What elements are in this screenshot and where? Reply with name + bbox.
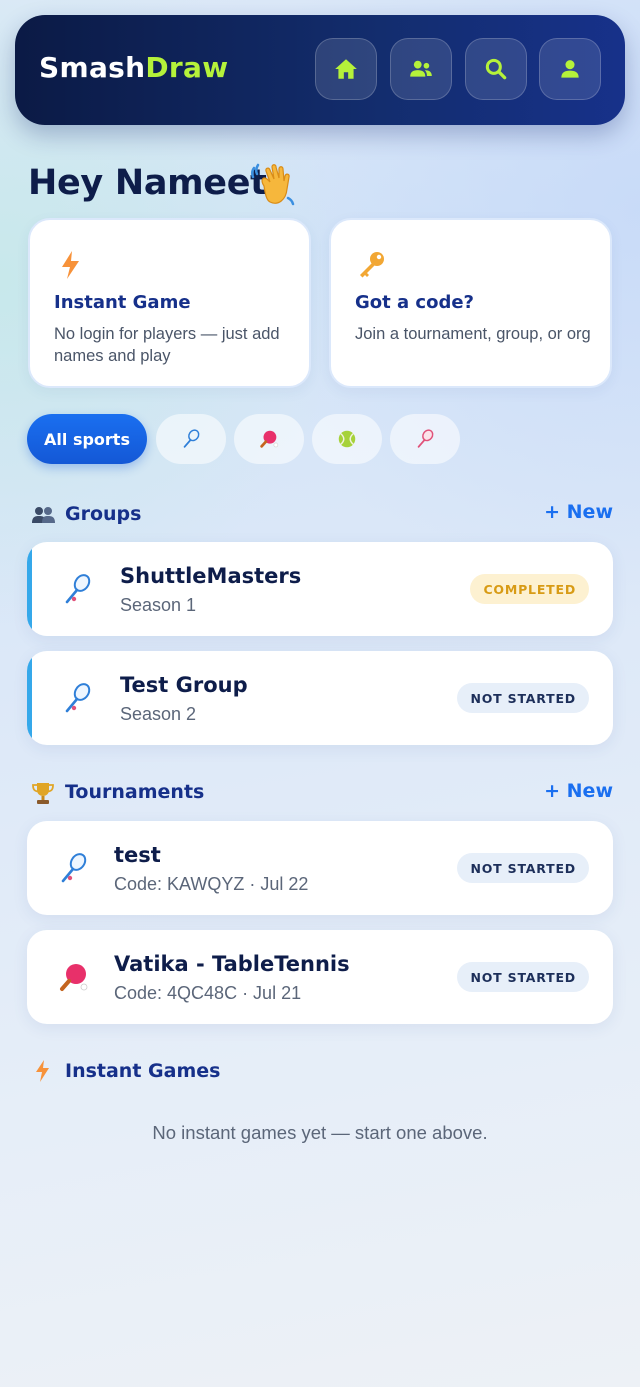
badminton-icon [65, 683, 91, 713]
filter-pickleball[interactable] [390, 414, 460, 464]
filter-all-sports[interactable]: All sports [27, 414, 147, 464]
badminton-icon [65, 574, 91, 604]
filter-badminton[interactable] [156, 414, 226, 464]
table-tennis-icon [60, 964, 88, 991]
tournament-code-date: Code: KAWQYZ · Jul 22 [114, 874, 309, 894]
status-badge: NOT STARTED [457, 853, 589, 883]
nav-groups-button[interactable] [390, 38, 452, 100]
got-a-code-title: Got a code? [355, 292, 474, 313]
status-badge: COMPLETED [470, 574, 589, 604]
nav-search-button[interactable] [465, 38, 527, 100]
group-row-test-group[interactable]: Test Group Season 2 NOT STARTED [27, 651, 613, 745]
got-a-code-description: Join a tournament, group, or org [355, 325, 591, 343]
tennis-ball-icon [338, 430, 356, 448]
nav-home-button[interactable] [315, 38, 377, 100]
got-a-code-card[interactable]: Got a code? Join a tournament, group, or… [329, 218, 612, 388]
tournament-row-vatika[interactable]: Vatika - TableTennis Code: 4QC48C · Jul … [27, 930, 613, 1024]
instant-game-description: No login for players — just add names an… [54, 325, 280, 365]
profile-icon [561, 60, 579, 78]
status-badge: NOT STARTED [457, 683, 589, 713]
lightning-icon [36, 1060, 49, 1082]
instant-game-card[interactable]: Instant Game No login for players — just… [28, 218, 311, 388]
new-tournament-button[interactable]: + New [544, 780, 613, 802]
badminton-icon [61, 853, 87, 883]
groups-section-title: Groups [65, 503, 142, 525]
racket-icon [417, 429, 434, 448]
home-icon [335, 59, 357, 79]
table-tennis-icon [260, 430, 279, 448]
filter-table-tennis[interactable] [234, 414, 304, 464]
waving-hand-icon [250, 163, 295, 206]
app-header: SmashDraw [15, 15, 625, 125]
tournament-code-date: Code: 4QC48C · Jul 21 [114, 983, 302, 1003]
greeting-title: Hey Nameet [28, 163, 267, 203]
instant-game-title: Instant Game [54, 292, 191, 313]
app-logo[interactable]: SmashDraw [39, 51, 228, 84]
tournament-name: Vatika - TableTennis [114, 952, 350, 976]
status-badge: NOT STARTED [457, 962, 589, 992]
filter-tennis[interactable] [312, 414, 382, 464]
key-icon [360, 252, 384, 278]
trophy-icon [32, 783, 54, 804]
instant-games-empty-state: No instant games yet — start one above. [152, 1122, 488, 1143]
instant-games-section-title: Instant Games [65, 1060, 221, 1082]
tournaments-section-title: Tournaments [65, 781, 205, 803]
lightning-icon [62, 251, 79, 279]
tournament-row-test[interactable]: test Code: KAWQYZ · Jul 22 NOT STARTED [27, 821, 613, 915]
new-group-button[interactable]: + New [544, 501, 613, 523]
group-name: Test Group [120, 673, 248, 697]
group-row-shuttlemasters[interactable]: ShuttleMasters Season 1 COMPLETED [27, 542, 613, 636]
group-season: Season 1 [120, 595, 197, 615]
nav-profile-button[interactable] [539, 38, 601, 100]
groups-section-icon [32, 507, 55, 523]
tournament-name: test [114, 843, 161, 867]
groups-icon [410, 60, 432, 77]
search-icon [485, 58, 507, 80]
group-name: ShuttleMasters [120, 564, 302, 588]
badminton-icon [183, 429, 200, 448]
group-season: Season 2 [120, 704, 197, 724]
filter-all-sports-label: All sports [44, 429, 130, 449]
